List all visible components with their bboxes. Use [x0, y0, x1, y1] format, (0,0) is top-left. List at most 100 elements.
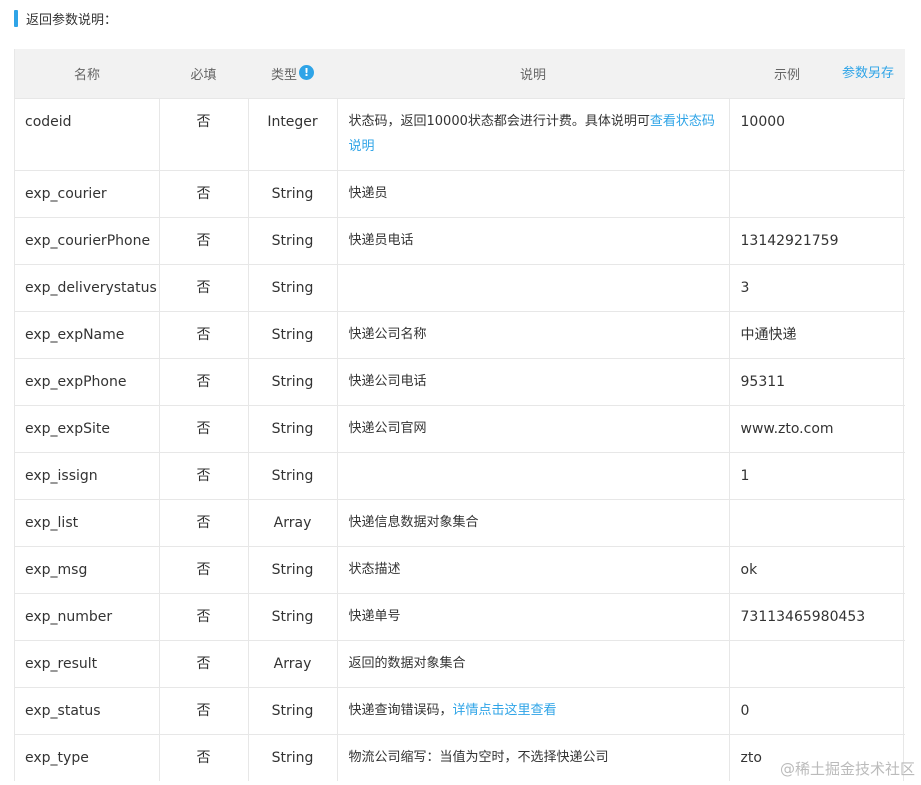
param-desc-cell: 物流公司缩写：当值为空时，不选择快递公司	[337, 733, 730, 781]
param-required-cell: 否	[159, 545, 249, 593]
param-desc-link[interactable]: 详情点击这里查看	[453, 703, 557, 718]
param-desc-cell: 状态码，返回10000状态都会进行计费。具体说明可查看状态码说明	[337, 97, 730, 170]
param-desc-cell: 快递员	[337, 169, 730, 217]
param-desc-text: 快递公司官网	[348, 420, 427, 436]
table-row: exp_status 否 String 快递查询错误码，详情点击这里查看 0	[15, 686, 905, 734]
param-example-cell	[729, 498, 905, 546]
param-desc-text: 返回的数据对象集合	[348, 655, 466, 671]
param-required-cell: 否	[159, 451, 249, 499]
param-type-cell: String	[248, 263, 338, 311]
param-required-cell: 否	[159, 357, 249, 405]
param-type-cell: String	[248, 357, 338, 405]
table-row: exp_expSite 否 String 快递公司官网 www.zto.com	[15, 404, 905, 452]
info-icon[interactable]: !	[299, 64, 314, 80]
param-desc-cell: 快递单号	[337, 592, 730, 640]
param-type-cell: String	[248, 733, 338, 781]
param-required-cell: 否	[159, 404, 249, 452]
param-desc-text: 物流公司缩写：当值为空时，不选择快递公司	[348, 749, 609, 765]
param-example-cell: 13142921759	[729, 216, 905, 264]
header-desc-label: 说明	[519, 67, 546, 83]
table-row: exp_msg 否 String 状态描述 ok	[15, 545, 905, 593]
param-type-cell: Array	[248, 639, 338, 687]
param-required-cell: 否	[159, 263, 249, 311]
param-desc-text: 状态码，返回10000状态都会进行计费。具体说明可	[348, 113, 650, 129]
param-desc-text: 快递员	[348, 185, 388, 201]
param-example-cell: ok	[729, 545, 905, 593]
param-desc-cell: 状态描述	[337, 545, 730, 593]
param-example-cell: 0	[729, 686, 905, 734]
table-row: codeid 否 Integer 状态码，返回10000状态都会进行计费。具体说明可查…	[15, 97, 905, 170]
param-desc-text: 状态描述	[348, 561, 401, 577]
param-name-cell: exp_number	[15, 592, 160, 640]
table-row: exp_type 否 String 物流公司缩写：当值为空时，不选择快递公司 zto	[15, 733, 905, 781]
return-params-table: 名称 必填 类型! 说明 示例 参数另存 codeid 否 Integer 状态码，返回…	[14, 49, 905, 781]
param-name-cell: exp_msg	[15, 545, 160, 593]
header-example: 示例 参数另存	[729, 49, 905, 98]
param-name-cell: exp_issign	[15, 451, 160, 499]
param-type-cell: String	[248, 404, 338, 452]
param-desc-cell: 快递查询错误码，详情点击这里查看	[337, 686, 730, 734]
param-example-cell	[729, 169, 905, 217]
param-desc-cell: 快递信息数据对象集合	[337, 498, 730, 546]
param-desc-cell: 快递公司名称	[337, 310, 730, 358]
header-type-label: 类型	[270, 67, 297, 83]
param-example-cell	[729, 639, 905, 687]
param-desc-cell	[337, 263, 730, 311]
header-name-label: 名称	[73, 67, 100, 83]
table-row: exp_expPhone 否 String 快递公司电话 95311	[15, 357, 905, 405]
param-example-cell: 中通快递	[729, 310, 905, 358]
param-required-cell: 否	[159, 498, 249, 546]
param-type-cell: String	[248, 216, 338, 264]
param-desc-text: 快递信息数据对象集合	[348, 514, 479, 530]
param-required-cell: 否	[159, 216, 249, 264]
param-desc-text: 快递公司电话	[348, 373, 427, 389]
header-example-label: 示例	[774, 67, 801, 83]
watermark: @稀土掘金技术社区	[779, 760, 915, 778]
param-desc-text: 快递公司名称	[348, 326, 427, 342]
table-row: exp_number 否 String 快递单号 73113465980453	[15, 592, 905, 640]
header-name: 名称	[15, 49, 159, 98]
param-type-cell: String	[248, 686, 338, 734]
table-header-row: 名称 必填 类型! 说明 示例 参数另存	[15, 49, 905, 98]
table-row: exp_expName 否 String 快递公司名称 中通快递	[15, 310, 905, 358]
param-desc-cell: 快递员电话	[337, 216, 730, 264]
param-example-cell: 95311	[729, 357, 905, 405]
param-name-cell: exp_expPhone	[15, 357, 160, 405]
param-name-cell: codeid	[15, 97, 160, 170]
param-example-cell: www.zto.com	[729, 404, 905, 452]
param-name-cell: exp_expName	[15, 310, 160, 358]
param-type-cell: String	[248, 310, 338, 358]
param-type-cell: String	[248, 545, 338, 593]
param-desc-text: 快递单号	[348, 608, 401, 624]
param-required-cell: 否	[159, 310, 249, 358]
table-row: exp_deliverystatus 否 String 3	[15, 263, 905, 311]
param-required-cell: 否	[159, 686, 249, 734]
table-row: exp_list 否 Array 快递信息数据对象集合	[15, 498, 905, 546]
param-example-cell: 3	[729, 263, 905, 311]
table-row: exp_courier 否 String 快递员	[15, 169, 905, 217]
param-type-cell: String	[248, 451, 338, 499]
header-required: 必填	[159, 49, 248, 98]
param-name-cell: exp_status	[15, 686, 160, 734]
param-type-cell: String	[248, 592, 338, 640]
param-required-cell: 否	[159, 639, 249, 687]
param-name-cell: exp_expSite	[15, 404, 160, 452]
param-example-cell: 73113465980453	[729, 592, 905, 640]
param-name-cell: exp_deliverystatus	[15, 263, 160, 311]
param-name-cell: exp_result	[15, 639, 160, 687]
save-params-link[interactable]: 参数另存	[842, 49, 894, 98]
param-name-cell: exp_type	[15, 733, 160, 781]
param-desc-cell: 快递公司官网	[337, 404, 730, 452]
header-type: 类型!	[248, 49, 337, 98]
param-required-cell: 否	[159, 592, 249, 640]
table-row: exp_courierPhone 否 String 快递员电话 13142921759	[15, 216, 905, 264]
param-example-cell: 1	[729, 451, 905, 499]
param-required-cell: 否	[159, 97, 249, 170]
header-required-label: 必填	[190, 67, 217, 83]
section-accent-bar	[14, 9, 18, 27]
param-type-cell: String	[248, 169, 338, 217]
param-example-cell: 10000	[729, 97, 905, 170]
param-desc-text: 快递员电话	[348, 232, 414, 248]
header-desc: 说明	[337, 49, 729, 98]
param-desc-text: 快递查询错误码，	[348, 702, 453, 718]
